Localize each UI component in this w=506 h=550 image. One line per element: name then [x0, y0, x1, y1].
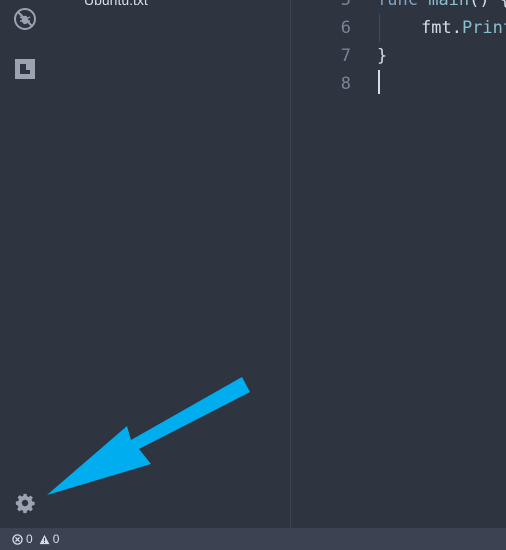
error-icon [12, 533, 23, 545]
errors-indicator[interactable]: 0 [12, 532, 33, 546]
line-number: 8 [340, 74, 351, 94]
function-name: main [428, 0, 470, 10]
line-number: 5 [340, 0, 351, 10]
warnings-indicator[interactable]: 0 [39, 532, 60, 546]
code-line: 6 fmt.Println [291, 14, 506, 42]
explorer-sidebar: Ubuntu.txt [50, 0, 290, 528]
vscode-window: Ubuntu.txt 5 func main() { 6 fmt.Println… [0, 0, 506, 550]
indent-guide [379, 14, 380, 42]
debug-icon[interactable] [12, 6, 38, 32]
line-number: 7 [340, 46, 351, 66]
warnings-count: 0 [52, 532, 60, 546]
code-text: } [377, 46, 388, 66]
code-text: func main() { [377, 0, 506, 14]
activity-bar [0, 0, 50, 528]
line-number: 6 [340, 18, 351, 38]
code-text: fmt.Println [421, 14, 506, 42]
code-line: 7 } [291, 42, 506, 70]
extensions-icon[interactable] [12, 56, 38, 82]
text-cursor [378, 70, 380, 94]
function-call: Println [461, 18, 506, 38]
gear-icon[interactable] [12, 490, 38, 516]
errors-count: 0 [26, 532, 33, 546]
code-line: 5 func main() { [291, 0, 506, 14]
code-line: 8 [291, 70, 506, 98]
keyword-func: func [377, 0, 418, 10]
status-bar: 0 0 [0, 528, 506, 550]
file-item[interactable]: Ubuntu.txt [84, 0, 148, 8]
code-editor[interactable]: 5 func main() { 6 fmt.Println 7 } 8 [291, 0, 506, 528]
warning-icon [39, 534, 50, 544]
